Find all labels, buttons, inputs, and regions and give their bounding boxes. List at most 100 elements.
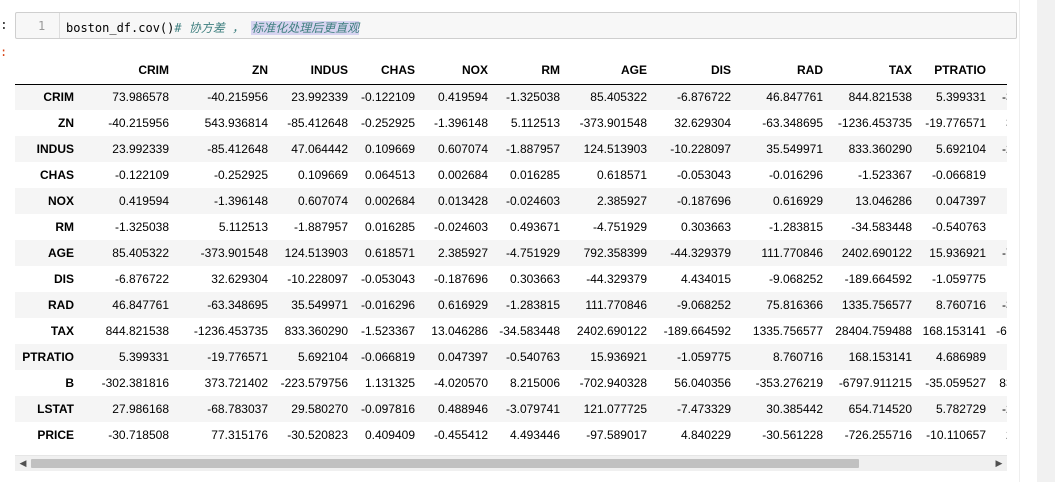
table-cell: 1.1313 xyxy=(992,162,1007,188)
table-cell: -63.348695 xyxy=(207,298,268,312)
table-row: AGE 85.405322 -373.901548 124.513903 0.61857… xyxy=(15,240,1007,266)
code-line[interactable]: boston_df.cov()# 协方差 ， 标准化处理后更直观 xyxy=(66,19,360,36)
table-cell: 111.770846 xyxy=(585,298,647,312)
table-cell: -0.016296 xyxy=(768,168,823,182)
row-label: CHAS xyxy=(39,168,74,182)
table-cell: -10.228097 xyxy=(287,272,348,286)
table-cell: -1.283815 xyxy=(768,220,823,234)
row-label: RM xyxy=(55,220,74,234)
table-row: INDUS 23.992339 -85.412648 47.064442 0.10966… xyxy=(15,136,1007,162)
column-header: ZN xyxy=(175,57,274,85)
table-cell: 46.847761 xyxy=(112,298,169,312)
line-gutter-divider xyxy=(59,13,60,38)
table-cell: 13.046286 xyxy=(431,324,488,338)
output-area: CRIM ZN INDUS CHAS NOX RM AGE DIS RAD TAX PTRATIO … xyxy=(15,57,1007,453)
table-cell: -1.887957 xyxy=(505,142,560,156)
table-cell: 0.488946 xyxy=(437,402,488,416)
table-cell: -1.523367 xyxy=(857,168,912,182)
table-cell: 35.549971 xyxy=(766,142,823,156)
table-row: PRICE -30.718508 77.315176 -30.520823 0.4094… xyxy=(15,422,1007,448)
table-row: RM -1.325038 5.112513 -1.887957 0.016285 -0.0… xyxy=(15,214,1007,240)
table-cell: 29.580270 xyxy=(291,402,348,416)
table-cell: 792.358399 xyxy=(583,246,647,260)
table-cell: -0.097816 xyxy=(360,402,415,416)
table-row: TAX 844.821538 -1236.453735 833.360290 -1.52… xyxy=(15,318,1007,344)
code-comment: # 协方差 ， xyxy=(174,21,252,35)
table-cell: 833.360290 xyxy=(848,142,912,156)
table-cell: -6.876722 xyxy=(676,90,731,105)
table-cell: -189.664592 xyxy=(663,324,731,338)
table-cell: -40.215956 xyxy=(207,90,268,105)
row-label: NOX xyxy=(47,194,74,208)
scroll-left-arrow-icon[interactable]: ◀ xyxy=(15,456,31,471)
table-cell: -238.6675 xyxy=(1001,402,1007,416)
table-cell: 32.629304 xyxy=(674,116,731,130)
table-cell: 844.821538 xyxy=(105,324,169,338)
table-row: CHAS -0.122109 -0.252925 0.109669 0.064513 0.… xyxy=(15,162,1007,188)
table-cell: -4.751929 xyxy=(505,246,560,260)
scroll-right-arrow-icon[interactable]: ▶ xyxy=(991,456,1007,471)
table-cell: -1.325038 xyxy=(505,90,560,105)
table-cell: 23.992339 xyxy=(291,90,348,105)
table-cell: -35.0595 xyxy=(992,344,1007,370)
table-cell: -4.0205 xyxy=(992,188,1007,214)
table-cell: -302.3818 xyxy=(1001,90,1007,105)
table-cell: 85.405322 xyxy=(112,246,169,260)
table-cell: -1.059775 xyxy=(931,272,986,286)
table-cell: 2402.690122 xyxy=(841,246,912,260)
table-cell: 0.607074 xyxy=(437,142,488,156)
table-cell: -9.068252 xyxy=(768,272,823,286)
table-cell: -189.664592 xyxy=(844,272,912,286)
column-header: RAD xyxy=(737,57,829,85)
page-right-margin xyxy=(1019,0,1055,482)
table-cell: 654.714520 xyxy=(848,402,912,416)
table-cell: -97.589017 xyxy=(586,428,647,442)
table-cell: -34.583448 xyxy=(851,220,912,234)
index-header xyxy=(15,57,80,85)
horizontal-scrollbar[interactable]: ◀ ▶ xyxy=(15,455,1007,471)
table-cell: 47.064442 xyxy=(291,142,348,156)
table-cell: 2402.690122 xyxy=(576,324,647,338)
table-cell: 32.629304 xyxy=(211,272,268,286)
table-cell: 844.821538 xyxy=(848,90,912,105)
table-cell: 0.303663 xyxy=(509,272,560,286)
vertical-scrollbar[interactable] xyxy=(1037,0,1055,482)
table-cell: 0.064513 xyxy=(364,168,415,182)
scrollbar-thumb[interactable] xyxy=(31,459,859,468)
table-cell: -0.122109 xyxy=(360,90,415,105)
table-cell: 0.493671 xyxy=(509,220,560,234)
column-header: NOX xyxy=(421,57,494,85)
column-header: RM xyxy=(494,57,566,85)
table-cell: -0.187696 xyxy=(676,194,731,208)
table-cell: -7.473329 xyxy=(676,402,731,416)
table-cell: 168.153141 xyxy=(922,324,986,338)
row-label: CRIM xyxy=(43,90,74,105)
table-cell: 0.109669 xyxy=(297,168,348,182)
table-cell: 5.112513 xyxy=(218,220,268,234)
column-header: AGE xyxy=(566,57,653,85)
table-cell: -373.901548 xyxy=(579,116,647,130)
row-label: ZN xyxy=(58,116,74,130)
code-comment-selected: 标准化处理后更直观 xyxy=(251,21,360,35)
table-cell: 0.109669 xyxy=(364,142,415,156)
table-cell: -0.187696 xyxy=(433,272,488,286)
table-cell: -19.776571 xyxy=(207,350,268,364)
table-cell: 77.315176 xyxy=(211,428,268,442)
table-cell: 46.847761 xyxy=(766,90,823,105)
table-cell: 5.399331 xyxy=(118,350,169,364)
table-cell: -6797.911215 xyxy=(838,376,912,390)
table-cell: 0.419594 xyxy=(118,194,169,208)
table-cell: -44.329379 xyxy=(670,246,731,260)
table-cell: -10.228097 xyxy=(670,142,731,156)
table-cell: -68.783037 xyxy=(207,402,268,416)
table-cell: 0.016285 xyxy=(364,220,415,234)
table-cell: 73.986578 xyxy=(112,90,169,105)
table-cell: 111.770846 xyxy=(761,246,823,260)
code-input-cell[interactable]: 1 boston_df.cov()# 协方差 ， 标准化处理后更直观 xyxy=(15,12,1017,39)
table-cell: -726.255716 xyxy=(844,428,912,442)
table-cell: 28404.759488 xyxy=(835,324,912,338)
table-cell: 1335.756577 xyxy=(841,298,912,312)
table-cell: 0.016285 xyxy=(509,168,560,182)
table-cell: -1.396148 xyxy=(213,194,268,208)
table-cell: 124.513903 xyxy=(284,246,348,260)
